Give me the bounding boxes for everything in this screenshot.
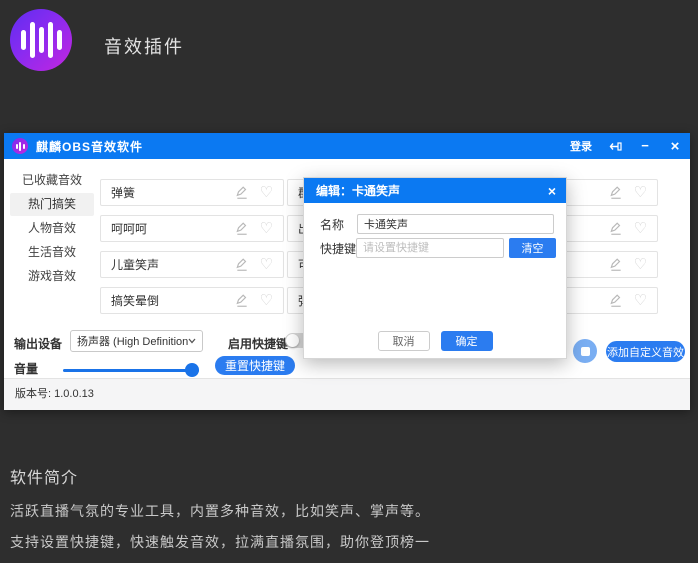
sound-name: 儿童笑声 [111, 256, 235, 273]
favorite-icon[interactable]: ♡ [260, 293, 273, 308]
window-app-icon [12, 138, 28, 154]
sidebar-item-favorites[interactable]: 已收藏音效 [10, 169, 94, 192]
name-input[interactable] [357, 214, 554, 234]
dialog-footer: 取消 确定 [304, 331, 566, 351]
hotkey-row: 快捷键 清空 [320, 238, 554, 258]
minimize-to-tray-icon[interactable] [608, 139, 622, 153]
name-label: 名称 [320, 216, 357, 233]
window-title: 麒麟OBS音效软件 [36, 138, 143, 155]
favorite-icon[interactable]: ♡ [260, 221, 273, 236]
dialog-close-icon[interactable]: × [548, 183, 556, 199]
sidebar-item-hot-funny[interactable]: 热门搞笑 [10, 193, 94, 216]
waveform-icon [21, 22, 62, 58]
edit-icon[interactable] [609, 294, 623, 308]
hero-header: 音效插件 [0, 0, 698, 133]
chevron-down-icon [188, 338, 196, 344]
version-bar: 版本号: 1.0.0.13 [4, 378, 690, 410]
favorite-icon[interactable]: ♡ [260, 185, 273, 200]
edit-icon[interactable] [609, 186, 623, 200]
volume-slider[interactable] [63, 363, 199, 377]
sound-card[interactable]: 搞笑晕倒 ♡ [100, 287, 284, 314]
sound-card[interactable]: 弹簧 ♡ [100, 179, 284, 206]
sound-card[interactable]: 呵呵呵 ♡ [100, 215, 284, 242]
favorite-icon[interactable]: ♡ [634, 221, 647, 236]
intro-line-1: 活跃直播气氛的专业工具，内置多种音效，比如笑声、掌声等。 [10, 501, 430, 521]
enable-hotkey-label: 启用快捷键 [228, 335, 288, 352]
software-intro-section: 软件简介 活跃直播气氛的专业工具，内置多种音效，比如笑声、掌声等。 支持设置快捷… [10, 464, 430, 563]
sidebar-item-game[interactable]: 游戏音效 [10, 265, 94, 288]
output-device-select[interactable]: 扬声器 (High Definition Aud [70, 330, 203, 352]
hotkey-input[interactable] [356, 238, 504, 258]
volume-label: 音量 [14, 360, 38, 377]
add-custom-sound-button[interactable]: 添加自定义音效 [606, 341, 685, 362]
output-device-label: 输出设备 [14, 335, 62, 352]
stop-playback-button[interactable] [573, 339, 597, 363]
sidebar-item-character[interactable]: 人物音效 [10, 217, 94, 240]
edit-icon[interactable] [609, 258, 623, 272]
version-text: 版本号: 1.0.0.13 [15, 388, 94, 400]
reset-hotkey-button[interactable]: 重置快捷键 [215, 356, 295, 375]
stop-icon [581, 347, 590, 356]
confirm-button[interactable]: 确定 [441, 331, 493, 351]
favorite-icon[interactable]: ♡ [634, 293, 647, 308]
intro-heading: 软件简介 [10, 464, 430, 488]
favorite-icon[interactable]: ♡ [634, 185, 647, 200]
edit-sound-dialog: 编辑：卡通笑声 × 名称 快捷键 清空 取消 确定 [303, 177, 567, 359]
edit-icon[interactable] [235, 258, 249, 272]
category-sidebar: 已收藏音效 热门搞笑 人物音效 生活音效 游戏音效 [4, 169, 98, 289]
app-window: 麒麟OBS音效软件 登录 − × 已收藏音效 热门搞笑 人物音效 生活音效 游戏… [4, 133, 690, 410]
minimize-icon[interactable]: − [638, 139, 652, 153]
sound-card[interactable]: 儿童笑声 ♡ [100, 251, 284, 278]
window-titlebar: 麒麟OBS音效软件 登录 − × [4, 133, 690, 159]
page-title: 音效插件 [104, 33, 184, 59]
edit-icon[interactable] [609, 222, 623, 236]
dialog-title: 编辑：卡通笑声 [316, 182, 400, 199]
name-row: 名称 [320, 214, 554, 234]
app-logo [10, 9, 72, 71]
edit-icon[interactable] [235, 294, 249, 308]
edit-icon[interactable] [235, 186, 249, 200]
sound-name: 弹簧 [111, 184, 235, 201]
login-button[interactable]: 登录 [570, 138, 592, 154]
sidebar-item-life[interactable]: 生活音效 [10, 241, 94, 264]
clear-hotkey-button[interactable]: 清空 [509, 238, 556, 258]
close-icon[interactable]: × [668, 139, 682, 153]
sound-name: 搞笑晕倒 [111, 292, 235, 309]
favorite-icon[interactable]: ♡ [260, 257, 273, 272]
edit-icon[interactable] [235, 222, 249, 236]
volume-slider-handle[interactable] [185, 363, 199, 377]
cancel-button[interactable]: 取消 [378, 331, 430, 351]
dialog-header: 编辑：卡通笑声 × [304, 178, 566, 203]
favorite-icon[interactable]: ♡ [634, 257, 647, 272]
intro-line-2: 支持设置快捷键，快速触发音效，拉满直播氛围，助你登顶榜一 [10, 532, 430, 552]
output-device-value: 扬声器 (High Definition Aud [77, 333, 188, 349]
hotkey-label: 快捷键 [320, 240, 356, 257]
sound-name: 呵呵呵 [111, 220, 235, 237]
